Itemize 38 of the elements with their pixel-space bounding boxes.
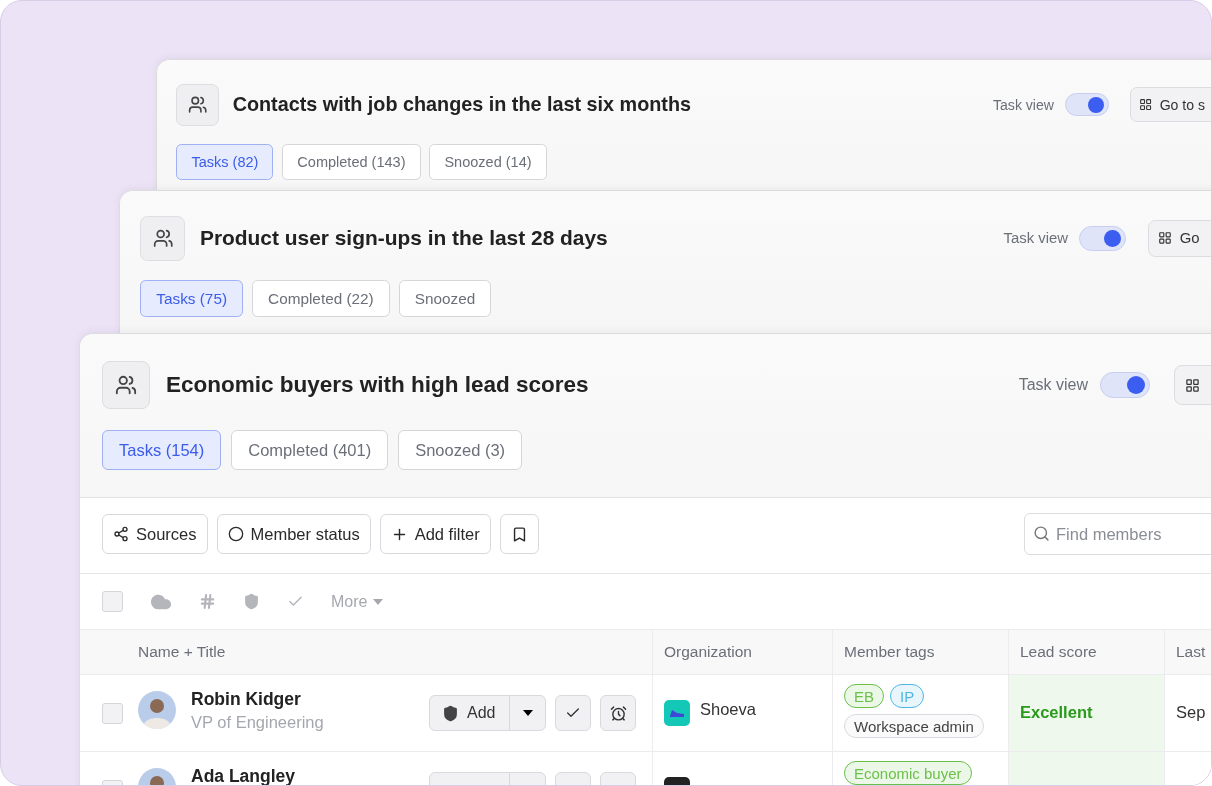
lead-score: Excellent xyxy=(1020,703,1093,722)
column-header: Lead score xyxy=(1008,629,1164,675)
member-tag: Economic buyer xyxy=(844,761,972,785)
column-header: Last xyxy=(1164,629,1211,675)
member-name: Robin Kidger xyxy=(191,689,302,710)
tab[interactable]: Completed (143) xyxy=(282,144,421,180)
column-header: Name + Title xyxy=(80,629,652,675)
filter-button[interactable]: Member status xyxy=(216,514,371,554)
tab[interactable]: Completed (22) xyxy=(252,280,390,318)
organization-name: Shoeva xyxy=(700,700,756,719)
card-title: Contacts with job changes in the last six months xyxy=(232,93,691,117)
tab[interactable]: Tasks (82) xyxy=(176,144,274,180)
card-title: Product user sign-ups in the last 28 days xyxy=(199,226,608,251)
go-to-button[interactable]: Go xyxy=(1148,219,1211,257)
member-tag: IP xyxy=(890,684,925,708)
member-tag: Workspace admin xyxy=(844,714,984,738)
member-title: VP of Engineering xyxy=(191,713,324,732)
tab[interactable]: Snoozed (14) xyxy=(429,144,547,180)
toggle-label: Task view xyxy=(1003,230,1069,247)
tab[interactable]: Tasks (75) xyxy=(140,280,243,318)
add-button[interactable]: Add xyxy=(430,696,509,730)
filter-button[interactable]: Sources xyxy=(102,514,208,554)
toggle-label: Task view xyxy=(1018,376,1088,394)
go-to-button[interactable]: Go to s xyxy=(1129,87,1211,123)
filter-button[interactable]: Add filter xyxy=(379,514,491,554)
tab[interactable]: Snoozed (3) xyxy=(398,430,523,470)
tab[interactable]: Completed (401) xyxy=(231,430,389,470)
member-tag: EB xyxy=(844,684,884,708)
column-header: Member tags xyxy=(832,629,1008,675)
search-field[interactable]: Find members xyxy=(1024,513,1211,555)
toggle-label: Task view xyxy=(992,96,1054,113)
member-name: Ada Langley xyxy=(191,766,296,785)
column-header: Organization xyxy=(652,629,832,675)
add-split-button[interactable]: Add xyxy=(429,695,546,731)
last-date: Sep xyxy=(1176,703,1206,722)
tab[interactable]: Tasks (154) xyxy=(102,430,222,470)
tab[interactable]: Snoozed xyxy=(398,280,492,318)
card-title: Economic buyers with high lead scores xyxy=(166,372,589,398)
